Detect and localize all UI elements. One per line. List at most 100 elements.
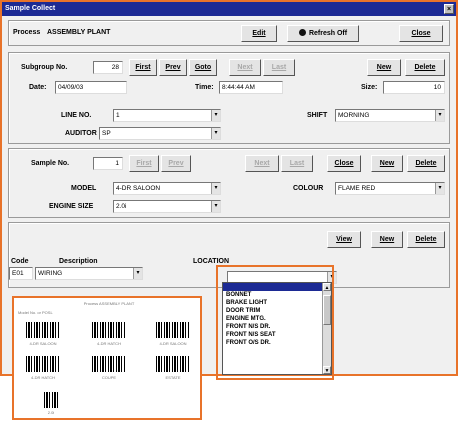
location-dropdown-list[interactable]: BONNET BRAKE LIGHT DOOR TRIM ENGINE MTG.… [222, 282, 332, 375]
barcode-image [26, 322, 60, 338]
barcode-image [44, 392, 58, 408]
description-value: WIRING [38, 270, 63, 277]
colour-value: FLAME RED [338, 185, 376, 192]
line-no-label: LINE NO. [61, 112, 92, 119]
shift-combo[interactable]: MORNING ▾ [335, 109, 445, 122]
list-item[interactable]: BONNET [223, 291, 331, 299]
date-field[interactable]: 04/09/03 [55, 81, 127, 94]
list-item[interactable]: FRONT O/S DR. [223, 339, 331, 347]
location-label: LOCATION [193, 258, 230, 265]
sample-new-button[interactable]: New [371, 155, 403, 172]
code-label: Code [11, 258, 29, 265]
barcode-caption: ESTATE [165, 375, 181, 380]
sheet-subtitle: Model No. or POSL [18, 310, 53, 315]
chevron-down-icon[interactable]: ▾ [211, 183, 220, 194]
sample-next-button[interactable]: Next [245, 155, 279, 172]
edit-button[interactable]: Edit [241, 25, 277, 42]
process-value: ASSEMBLY PLANT [47, 29, 111, 36]
subgroup-first-button[interactable]: First [129, 59, 157, 76]
sample-no-label: Sample No. [31, 160, 70, 167]
chevron-down-icon[interactable]: ▾ [435, 183, 444, 194]
time-label: Time: [195, 84, 214, 91]
shift-label: SHIFT [307, 112, 328, 119]
model-label: MODEL [71, 185, 97, 192]
refresh-label: Refresh Off [308, 30, 348, 37]
defect-view-button[interactable]: View [327, 231, 361, 248]
sample-no-field[interactable]: 1 [93, 157, 123, 170]
subgroup-no-label: Subgroup No. [21, 64, 68, 71]
line-no-value: 1 [116, 112, 120, 119]
close-icon[interactable]: × [444, 4, 454, 14]
sample-close-button[interactable]: Close [327, 155, 361, 172]
window-title: Sample Collect [5, 5, 56, 12]
title-bar: Sample Collect × [2, 2, 456, 16]
engine-size-label: ENGINE SIZE [49, 203, 94, 210]
chevron-down-icon[interactable]: ▾ [211, 201, 220, 212]
sample-first-button[interactable]: First [129, 155, 159, 172]
subgroup-panel: Subgroup No. 28 First Prev Goto Next Las… [8, 52, 450, 144]
scroll-thumb[interactable] [323, 295, 331, 325]
list-item[interactable]: BRAKE LIGHT [223, 299, 331, 307]
description-label: Description [59, 258, 98, 265]
time-field[interactable]: 8:44:44 AM [219, 81, 283, 94]
barcode-sheet: Process ASSEMBLY PLANT Model No. or POSL… [12, 296, 202, 420]
code-field[interactable]: E01 [9, 267, 33, 280]
defect-new-button[interactable]: New [371, 231, 403, 248]
chevron-down-icon[interactable]: ▾ [435, 110, 444, 121]
engine-size-value: 2.0i [116, 203, 127, 210]
process-label: Process [13, 29, 41, 36]
sample-delete-button[interactable]: Delete [407, 155, 445, 172]
list-scrollbar[interactable]: ▲ ▼ [322, 283, 331, 374]
barcode-caption: 4-DR HATCH [31, 375, 55, 380]
barcode-caption: COUPE [101, 375, 117, 380]
chevron-down-icon[interactable]: ▾ [211, 110, 220, 121]
barcode-image [156, 322, 190, 338]
scroll-up-icon[interactable]: ▲ [323, 283, 331, 291]
list-item[interactable]: ENGINE MTG. [223, 315, 331, 323]
refresh-indicator-icon [298, 29, 306, 36]
line-no-combo[interactable]: 1 ▾ [113, 109, 221, 122]
model-value: 4-DR SALOON [116, 185, 161, 192]
size-label: Size: [361, 84, 378, 91]
barcode-caption: 4-DR SALOON [159, 341, 187, 346]
sample-prev-button[interactable]: Prev [161, 155, 191, 172]
barcode-image [26, 356, 60, 372]
close-button[interactable]: Close [399, 25, 443, 42]
barcode-caption: 4-DR SALOON [29, 341, 57, 346]
model-combo[interactable]: 4-DR SALOON ▾ [113, 182, 221, 195]
subgroup-last-button[interactable]: Last [263, 59, 295, 76]
date-label: Date: [29, 84, 47, 91]
description-combo[interactable]: WIRING ▾ [35, 267, 143, 280]
auditor-value: SP [102, 130, 111, 137]
engine-size-combo[interactable]: 2.0i ▾ [113, 200, 221, 213]
process-panel: Process ASSEMBLY PLANT Edit Refresh Off … [8, 20, 450, 46]
list-item[interactable]: DOOR TRIM [223, 307, 331, 315]
subgroup-next-button[interactable]: Next [229, 59, 261, 76]
auditor-label: AUDITOR [65, 130, 97, 137]
subgroup-goto-button[interactable]: Goto [189, 59, 217, 76]
barcode-image [92, 322, 126, 338]
subgroup-prev-button[interactable]: Prev [159, 59, 187, 76]
list-item[interactable]: FRONT N/S SEAT [223, 331, 331, 339]
chevron-down-icon[interactable]: ▾ [133, 268, 142, 279]
scroll-down-icon[interactable]: ▼ [323, 366, 331, 374]
barcode-image [92, 356, 126, 372]
barcode-image [156, 356, 190, 372]
sheet-title: Process ASSEMBLY PLANT [83, 301, 135, 306]
subgroup-new-button[interactable]: New [367, 59, 401, 76]
subgroup-delete-button[interactable]: Delete [405, 59, 445, 76]
subgroup-no-field[interactable]: 28 [93, 61, 123, 74]
barcode-caption: 4-DR HATCH [97, 341, 121, 346]
colour-combo[interactable]: FLAME RED ▾ [335, 182, 445, 195]
size-field[interactable]: 10 [383, 81, 445, 94]
list-item[interactable] [223, 283, 331, 291]
refresh-toggle-button[interactable]: Refresh Off [287, 25, 359, 42]
shift-value: MORNING [338, 112, 370, 119]
sample-panel: Sample No. 1 First Prev Next Last Close … [8, 148, 450, 218]
colour-label: COLOUR [293, 185, 324, 192]
sample-last-button[interactable]: Last [281, 155, 313, 172]
auditor-combo[interactable]: SP ▾ [99, 127, 221, 140]
defect-delete-button[interactable]: Delete [407, 231, 445, 248]
list-item[interactable]: FRONT N/S DR. [223, 323, 331, 331]
chevron-down-icon[interactable]: ▾ [211, 128, 220, 139]
